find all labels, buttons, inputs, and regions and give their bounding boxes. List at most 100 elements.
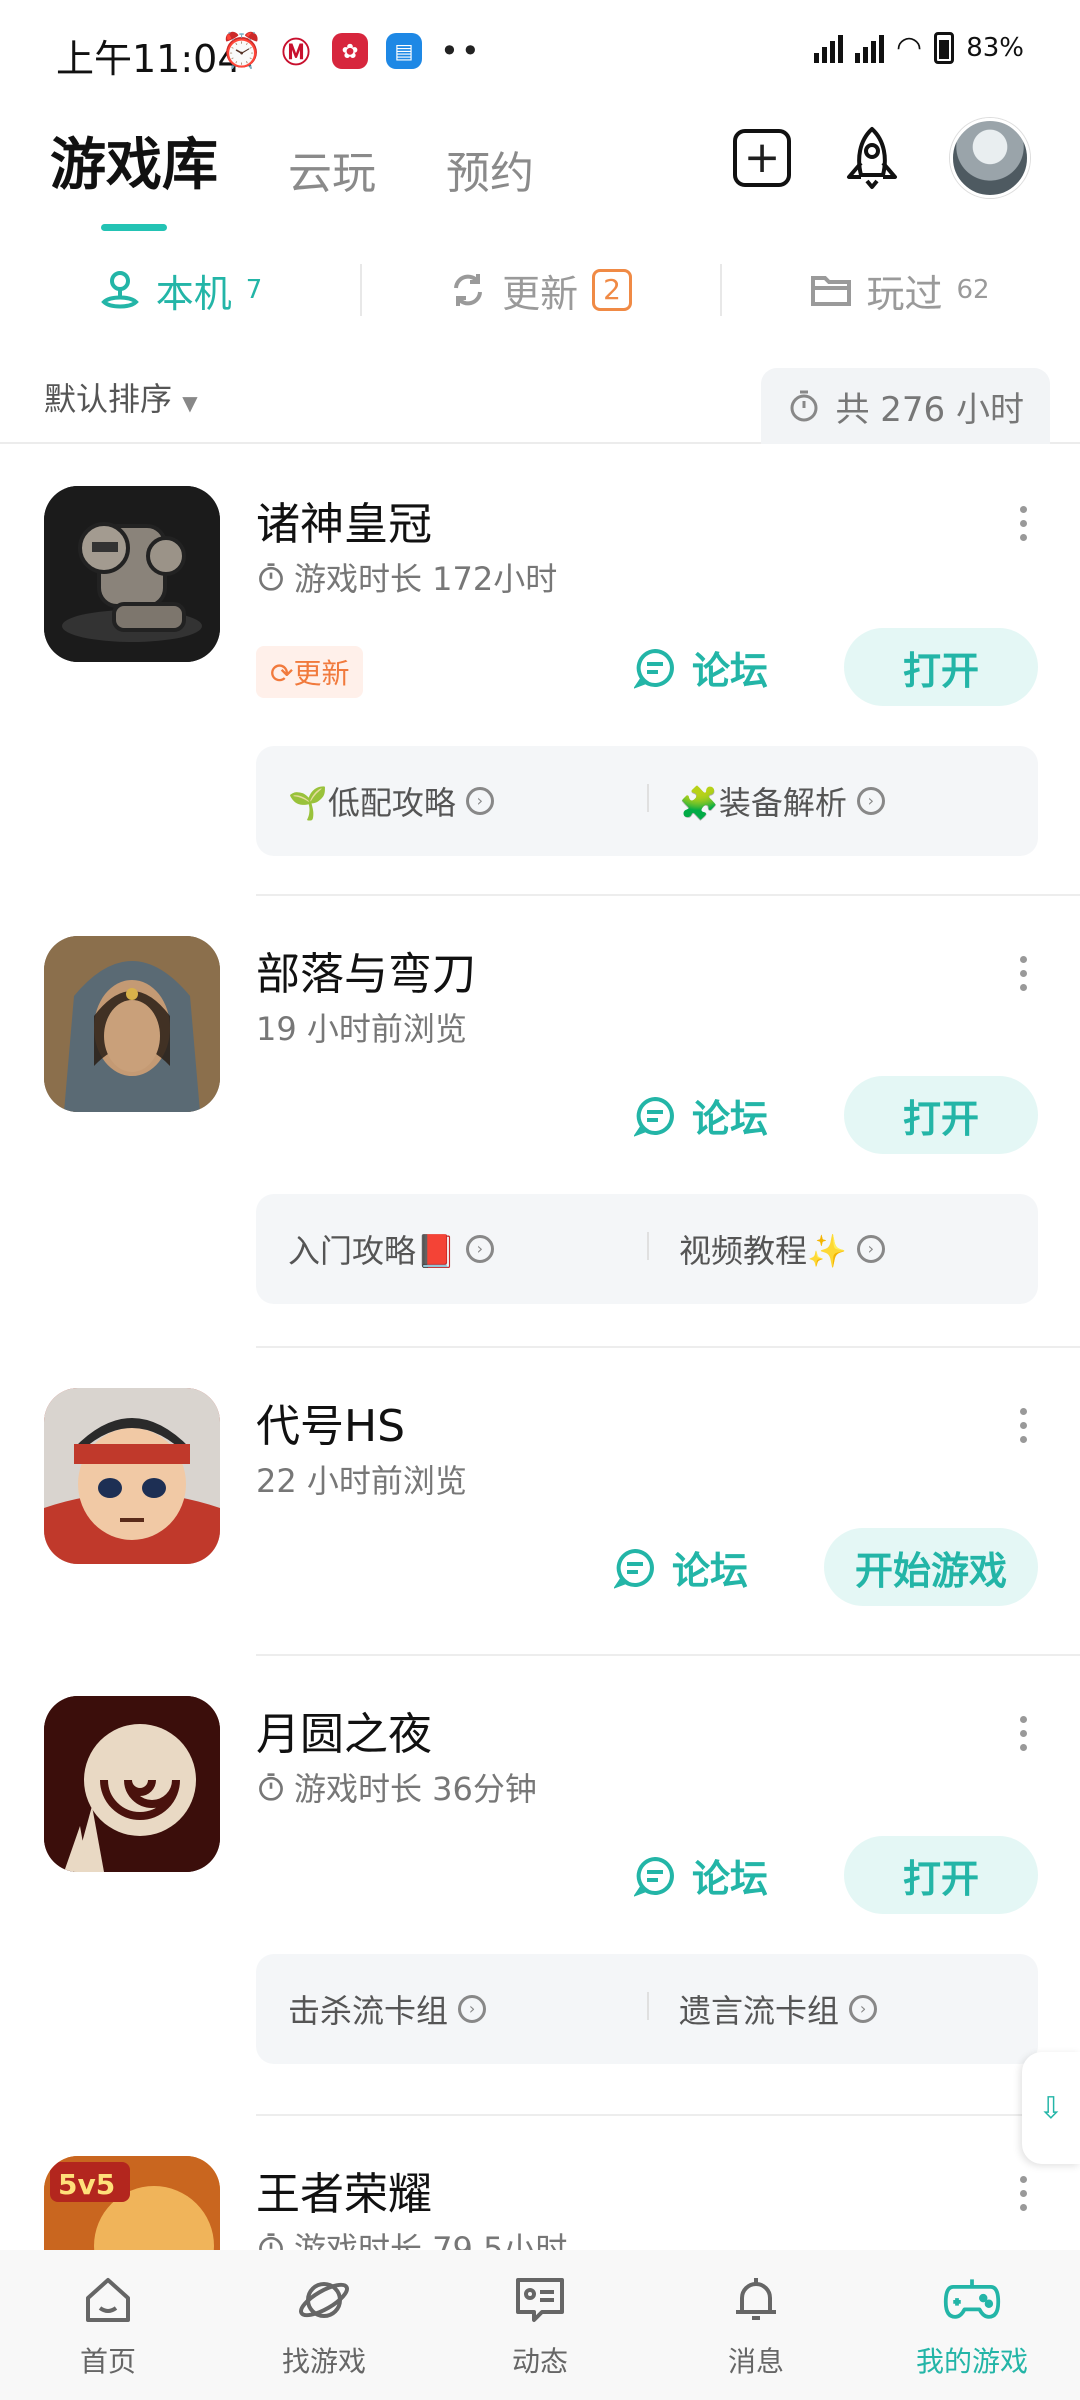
signal-icon — [814, 33, 843, 63]
speed-up-button[interactable] — [840, 126, 904, 190]
sort-dropdown[interactable]: 默认排序 ▼ — [44, 374, 198, 420]
game-icon-tribes-and-blades[interactable] — [44, 936, 220, 1112]
forum-icon — [614, 1548, 654, 1589]
rocket-icon — [847, 127, 897, 189]
forum-icon — [634, 648, 674, 689]
guide-link[interactable]: 🌱低配攻略 › — [256, 778, 647, 824]
nav-my-games-label: 我的游戏 — [915, 2345, 1028, 2378]
tab-cloud-play[interactable]: 云玩 — [288, 137, 376, 201]
more-options-icon[interactable] — [1016, 1408, 1030, 1443]
forum-icon — [634, 1856, 674, 1897]
nav-messages[interactable]: 消息 — [648, 2250, 864, 2400]
subtab-updates[interactable]: 更新 2 — [360, 250, 720, 330]
arrow-right-icon: › — [849, 1995, 878, 2023]
total-playtime: 共 276 小时 — [761, 368, 1050, 444]
more-notifications-icon: •• — [440, 32, 482, 70]
stopwatch-icon — [790, 390, 818, 422]
sub-tabs: 本机 7 更新 2 玩过 62 — [0, 250, 1080, 330]
guide-link[interactable]: 视频教程✨ › — [647, 1226, 1038, 1272]
game-playtime: 游戏时长 172小时 — [256, 554, 557, 600]
top-actions: + — [730, 118, 1030, 198]
refresh-icon — [454, 274, 483, 306]
forum-button[interactable]: 论坛 — [634, 640, 768, 695]
subtab-local-count: 7 — [245, 275, 263, 305]
plus-icon: + — [733, 129, 791, 187]
bell-icon — [726, 2270, 786, 2330]
forum-button[interactable]: 论坛 — [634, 1848, 768, 1903]
open-game-button[interactable]: 打开 — [844, 628, 1038, 706]
home-icon — [78, 2270, 138, 2330]
game-playtime: 游戏时长 36分钟 — [256, 1764, 537, 1810]
forum-label: 论坛 — [692, 1857, 769, 1901]
guide-link[interactable]: 🧩装备解析 › — [647, 778, 1038, 824]
nav-home-label: 首页 — [79, 2345, 136, 2378]
game-item: 部落与弯刀 19 小时前浏览 论坛 打开 入门攻略📕 › 视频教程✨ › — [0, 896, 1080, 1348]
game-icon-codename-hs[interactable] — [44, 1388, 220, 1564]
gamepad-icon — [942, 2270, 1002, 2330]
guide-label: 入门攻略📕 — [288, 1232, 456, 1270]
nav-my-games[interactable]: 我的游戏 — [864, 2250, 1080, 2400]
nav-messages-label: 消息 — [727, 2345, 784, 2378]
guide-label: 🧩装备解析 — [679, 784, 847, 822]
start-game-button[interactable]: 开始游戏 — [824, 1528, 1038, 1606]
updates-count-badge: 2 — [592, 269, 632, 311]
nav-find-games-label: 找游戏 — [281, 2345, 366, 2378]
game-title[interactable]: 代号HS — [256, 1390, 405, 1454]
subtab-local-label: 本机 — [155, 271, 232, 316]
svg-text:5v5: 5v5 — [58, 2168, 115, 2201]
arrow-right-icon: › — [465, 1235, 494, 1263]
guide-link[interactable]: 入门攻略📕 › — [256, 1226, 647, 1272]
update-tag[interactable]: ⟳更新 — [256, 646, 364, 698]
game-title[interactable]: 月圆之夜 — [256, 1698, 432, 1762]
guide-links: 击杀流卡组 › 遗言流卡组 › — [256, 1954, 1038, 2064]
game-icon-crown-of-gods[interactable] — [44, 486, 220, 662]
tab-reservation[interactable]: 预约 — [446, 137, 534, 201]
subtab-local[interactable]: 本机 7 — [0, 250, 360, 330]
forum-button[interactable]: 论坛 — [634, 1088, 768, 1143]
alarm-icon: ⏰ — [220, 31, 264, 71]
guide-links: 入门攻略📕 › 视频教程✨ › — [256, 1194, 1038, 1304]
feed-icon — [510, 2270, 570, 2330]
local-device-icon — [100, 271, 139, 309]
tab-game-library[interactable]: 游戏库 — [50, 120, 218, 201]
more-options-icon[interactable] — [1016, 1716, 1030, 1751]
user-avatar[interactable] — [950, 118, 1030, 198]
more-options-icon[interactable] — [1016, 506, 1030, 541]
more-options-icon[interactable] — [1016, 956, 1030, 991]
stopwatch-icon — [259, 1773, 283, 1801]
guide-link[interactable]: 击杀流卡组 › — [256, 1986, 647, 2032]
app-notification-icon: ✿ — [332, 33, 368, 69]
floating-side-tab[interactable]: ⇩ — [1022, 2052, 1080, 2164]
nav-home[interactable]: 首页 — [0, 2250, 216, 2400]
nav-feed[interactable]: 动态 — [432, 2250, 648, 2400]
game-title[interactable]: 王者荣耀 — [256, 2158, 432, 2222]
stopwatch-icon — [259, 563, 283, 591]
refresh-small-icon: ⟳ — [270, 657, 294, 690]
subtab-played[interactable]: 玩过 62 — [720, 250, 1080, 330]
guide-link[interactable]: 遗言流卡组 › — [647, 1986, 1038, 2032]
total-playtime-text: 共 276 小时 — [835, 389, 1024, 430]
guide-links: 🌱低配攻略 › 🧩装备解析 › — [256, 746, 1038, 856]
add-game-button[interactable]: + — [730, 126, 794, 190]
game-item: 诸神皇冠 游戏时长 172小时 ⟳更新 论坛 打开 🌱低配攻略 › 🧩装备解析 … — [0, 446, 1080, 896]
game-icon-moon-night[interactable] — [44, 1696, 220, 1872]
folder-icon — [811, 276, 852, 306]
arrow-right-icon: › — [458, 1995, 487, 2023]
status-time: 上午11:04 — [56, 37, 242, 81]
game-last-viewed-text: 22 小时前浏览 — [256, 1462, 467, 1500]
forum-label: 论坛 — [672, 1549, 749, 1593]
game-title[interactable]: 部落与弯刀 — [256, 938, 476, 1002]
guide-label: 🌱低配攻略 — [288, 784, 456, 822]
nav-feed-label: 动态 — [511, 2345, 568, 2378]
forum-icon — [634, 1096, 674, 1137]
nav-find-games[interactable]: 找游戏 — [216, 2250, 432, 2400]
open-game-button[interactable]: 打开 — [844, 1076, 1038, 1154]
open-game-button[interactable]: 打开 — [844, 1836, 1038, 1914]
more-options-icon[interactable] — [1016, 2176, 1030, 2211]
hero-portrait-icon — [44, 1388, 220, 1564]
caret-down-icon: ▼ — [182, 391, 198, 415]
forum-button[interactable]: 论坛 — [614, 1540, 748, 1595]
sort-bar: 默认排序 ▼ 共 276 小时 — [0, 360, 1080, 444]
forum-label: 论坛 — [692, 1097, 769, 1141]
game-title[interactable]: 诸神皇冠 — [256, 488, 432, 552]
